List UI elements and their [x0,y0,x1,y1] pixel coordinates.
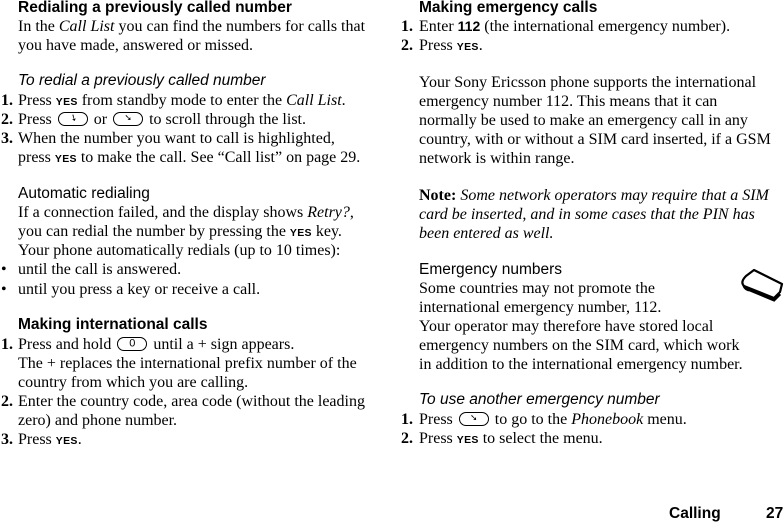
step-number: 1. [1,92,13,109]
note-line: card be inserted, and in some cases that… [419,206,755,223]
emergency-number: 112 [457,18,481,34]
step-text: Press YES. [18,431,82,448]
emergency-paragraph-line: normally be used to make an emergency ca… [419,112,748,129]
emergency-numbers-line: in addition to the international emergen… [419,356,743,373]
footer-section-title: Calling [669,505,721,522]
step-number: 1. [1,336,13,353]
navigation-key-up-icon: ➘ [458,412,489,426]
step-number: 2. [1,393,13,410]
note-line: Note: Some network operators may require… [419,187,769,204]
step-text-line-2: zero) and phone number. [18,412,178,429]
yes-key-label: YES [54,153,77,165]
redial-intro-line-2: you have made, answered or missed. [18,37,254,54]
yes-key-label: YES [55,96,78,108]
step-text-line-3: country from which you are calling. [18,374,249,391]
note-line: been entered as well. [419,225,554,242]
redial-intro-line-1: In the Call List you can find the number… [18,18,366,35]
section-heading-redialing: Redialing a previously called number [18,0,292,16]
zero-key-icon: 0 [117,337,148,351]
bullet-text: until you press a key or receive a call. [18,281,261,298]
step-text: Press ➘ to go to the Phonebook menu. [419,411,687,428]
note-label: Note: [419,187,457,204]
step-number: 1. [401,411,413,428]
navigation-key-down-icon: ➘ [57,112,88,126]
step-text: Press YES. [419,37,483,54]
subheading-to-redial: To redial a previously called number [18,72,266,89]
step-text-line-1: Enter the country code, area code (witho… [18,393,365,410]
step-text-line-1: Press and hold 0 until a + sign appears. [18,336,295,353]
emergency-paragraph-line: country, with or without a SIM card inse… [419,131,771,148]
yes-key-label: YES [456,434,479,446]
step-text-line-1: When the number you want to call is high… [18,130,335,147]
emergency-numbers-line: international emergency number, 112. [419,299,662,316]
emergency-paragraph-line: emergency number 112. This means that it… [419,93,718,110]
navigation-key-up-icon: ➘ [113,112,144,126]
auto-line-3: Your phone automatically redials (up to … [18,242,341,259]
step-number: 2. [1,111,13,128]
step-text: Enter 112 (the international emergency n… [419,18,731,35]
bullet-icon: • [1,281,7,298]
emergency-numbers-line: emergency numbers on the SIM card, which… [419,337,740,354]
auto-line-2: you can redial the number by pressing th… [18,223,342,240]
subheading-another-emergency-number: To use another emergency number [419,391,660,408]
emergency-numbers-line: Your operator may therefore have stored … [419,318,714,335]
auto-line-1: If a connection failed, and the display … [18,204,354,221]
yes-key-label: YES [456,41,479,53]
emergency-paragraph-line: network is within range. [419,150,575,167]
step-number: 1. [401,18,413,35]
phone-handset-icon [741,268,784,302]
emergency-paragraph-line: Your Sony Ericsson phone supports the in… [419,74,757,91]
yes-key-label: YES [55,435,78,447]
section-heading-automatic-redialing: Automatic redialing [18,185,150,202]
step-number: 2. [401,37,413,54]
section-heading-emergency-calls: Making emergency calls [419,0,598,16]
step-number: 3. [1,431,13,448]
step-number: 3. [1,130,13,147]
emergency-numbers-line: Some countries may not promote the [419,280,655,297]
step-number: 2. [401,430,413,447]
step-text-line-2: The + replaces the international prefix … [18,355,357,372]
step-text-line-2: press YES to make the call. See “Call li… [18,149,361,166]
step-text: Press YES to select the menu. [419,430,603,447]
step-text: Press YES from standby mode to enter the… [18,92,346,109]
section-heading-emergency-numbers: Emergency numbers [419,261,563,278]
section-heading-international: Making international calls [18,316,208,333]
yes-key-label: YES [289,227,312,239]
bullet-text: until the call is answered. [18,261,182,278]
step-text: Press ➘ or ➘ to scroll through the list. [18,111,306,128]
footer-page-number: 27 [766,505,784,522]
bullet-icon: • [1,261,7,278]
